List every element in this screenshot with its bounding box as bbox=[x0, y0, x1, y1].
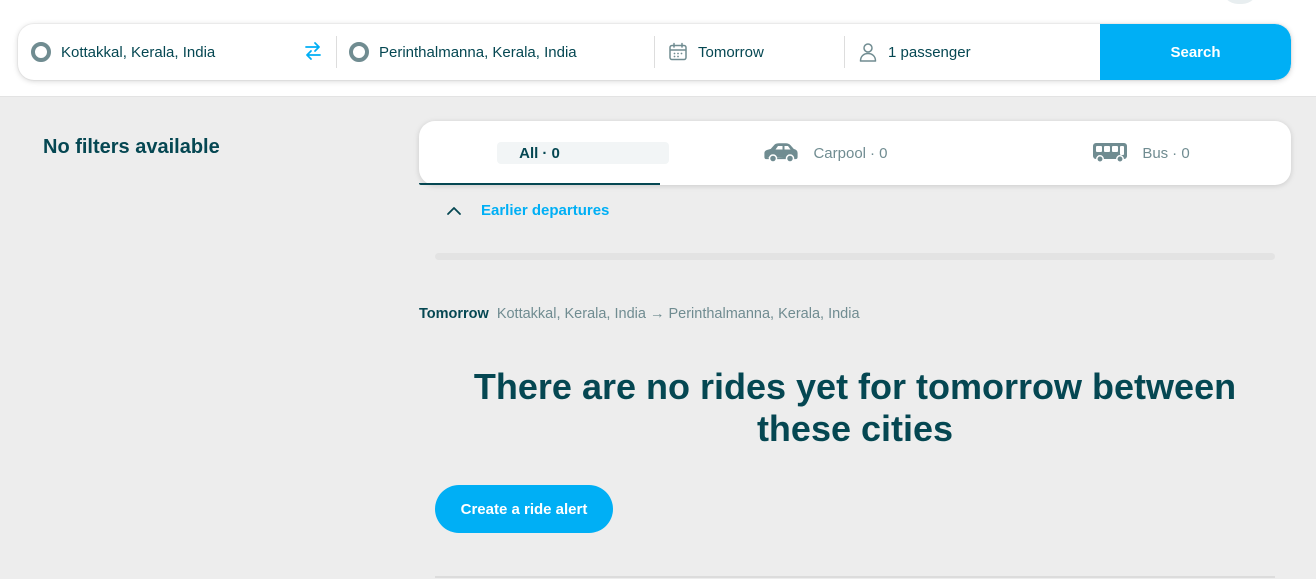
route-day: Tomorrow bbox=[419, 306, 489, 322]
avatar[interactable] bbox=[1222, 0, 1258, 4]
car-icon bbox=[764, 143, 799, 163]
search-bar: Kottakkal, Kerala, India Perinthalmanna,… bbox=[18, 24, 1291, 80]
divider bbox=[654, 36, 655, 68]
bus-icon bbox=[1093, 143, 1128, 163]
tab-bus[interactable]: Bus · 0 bbox=[991, 121, 1291, 185]
swap-icon[interactable] bbox=[302, 40, 324, 62]
empty-state-message: There are no rides yet for tomorrow betw… bbox=[473, 366, 1237, 449]
date-value: Tomorrow bbox=[698, 43, 764, 61]
filters-heading: No filters available bbox=[43, 136, 220, 158]
tab-count: · 0 bbox=[1172, 144, 1190, 162]
date-field[interactable]: Tomorrow bbox=[668, 24, 848, 80]
chevron-up-icon bbox=[447, 206, 461, 215]
tab-count: · 0 bbox=[870, 144, 888, 162]
tab-label: Carpool bbox=[813, 144, 866, 162]
destination-circle-icon bbox=[349, 42, 369, 62]
from-input[interactable]: Kottakkal, Kerala, India bbox=[61, 44, 215, 61]
top-bar: Kottakkal, Kerala, India Perinthalmanna,… bbox=[0, 0, 1316, 97]
active-tab-indicator bbox=[419, 183, 660, 185]
person-icon bbox=[859, 43, 877, 62]
tab-label: All bbox=[519, 144, 539, 162]
loading-placeholder-bar bbox=[435, 253, 1275, 260]
tab-all[interactable]: All · 0 bbox=[419, 121, 669, 185]
from-field[interactable]: Kottakkal, Kerala, India bbox=[31, 24, 301, 80]
route-summary: Tomorrow Kottakkal, Kerala, India → Peri… bbox=[419, 306, 860, 322]
passenger-value: 1 passenger bbox=[888, 43, 971, 61]
origin-circle-icon bbox=[31, 42, 51, 62]
tab-carpool[interactable]: Carpool · 0 bbox=[660, 121, 991, 185]
to-field[interactable]: Perinthalmanna, Kerala, India bbox=[349, 24, 649, 80]
passenger-field[interactable]: 1 passenger bbox=[858, 24, 1088, 80]
earlier-departures-link[interactable]: Earlier departures bbox=[445, 202, 609, 219]
divider bbox=[435, 576, 1275, 578]
tab-count: · 0 bbox=[542, 144, 560, 162]
earlier-departures-label: Earlier departures bbox=[481, 202, 610, 219]
ride-type-tabs: All · 0 Carpool · 0 Bus · 0 bbox=[419, 121, 1291, 185]
divider bbox=[336, 36, 337, 68]
search-button[interactable]: Search bbox=[1100, 24, 1291, 80]
divider bbox=[844, 36, 845, 68]
tab-label: Bus bbox=[1142, 144, 1169, 162]
route-path: Kottakkal, Kerala, India → Perinthalmann… bbox=[496, 306, 860, 322]
create-ride-alert-button[interactable]: Create a ride alert bbox=[435, 485, 613, 533]
to-input[interactable]: Perinthalmanna, Kerala, India bbox=[379, 44, 577, 61]
calendar-icon bbox=[669, 42, 687, 61]
